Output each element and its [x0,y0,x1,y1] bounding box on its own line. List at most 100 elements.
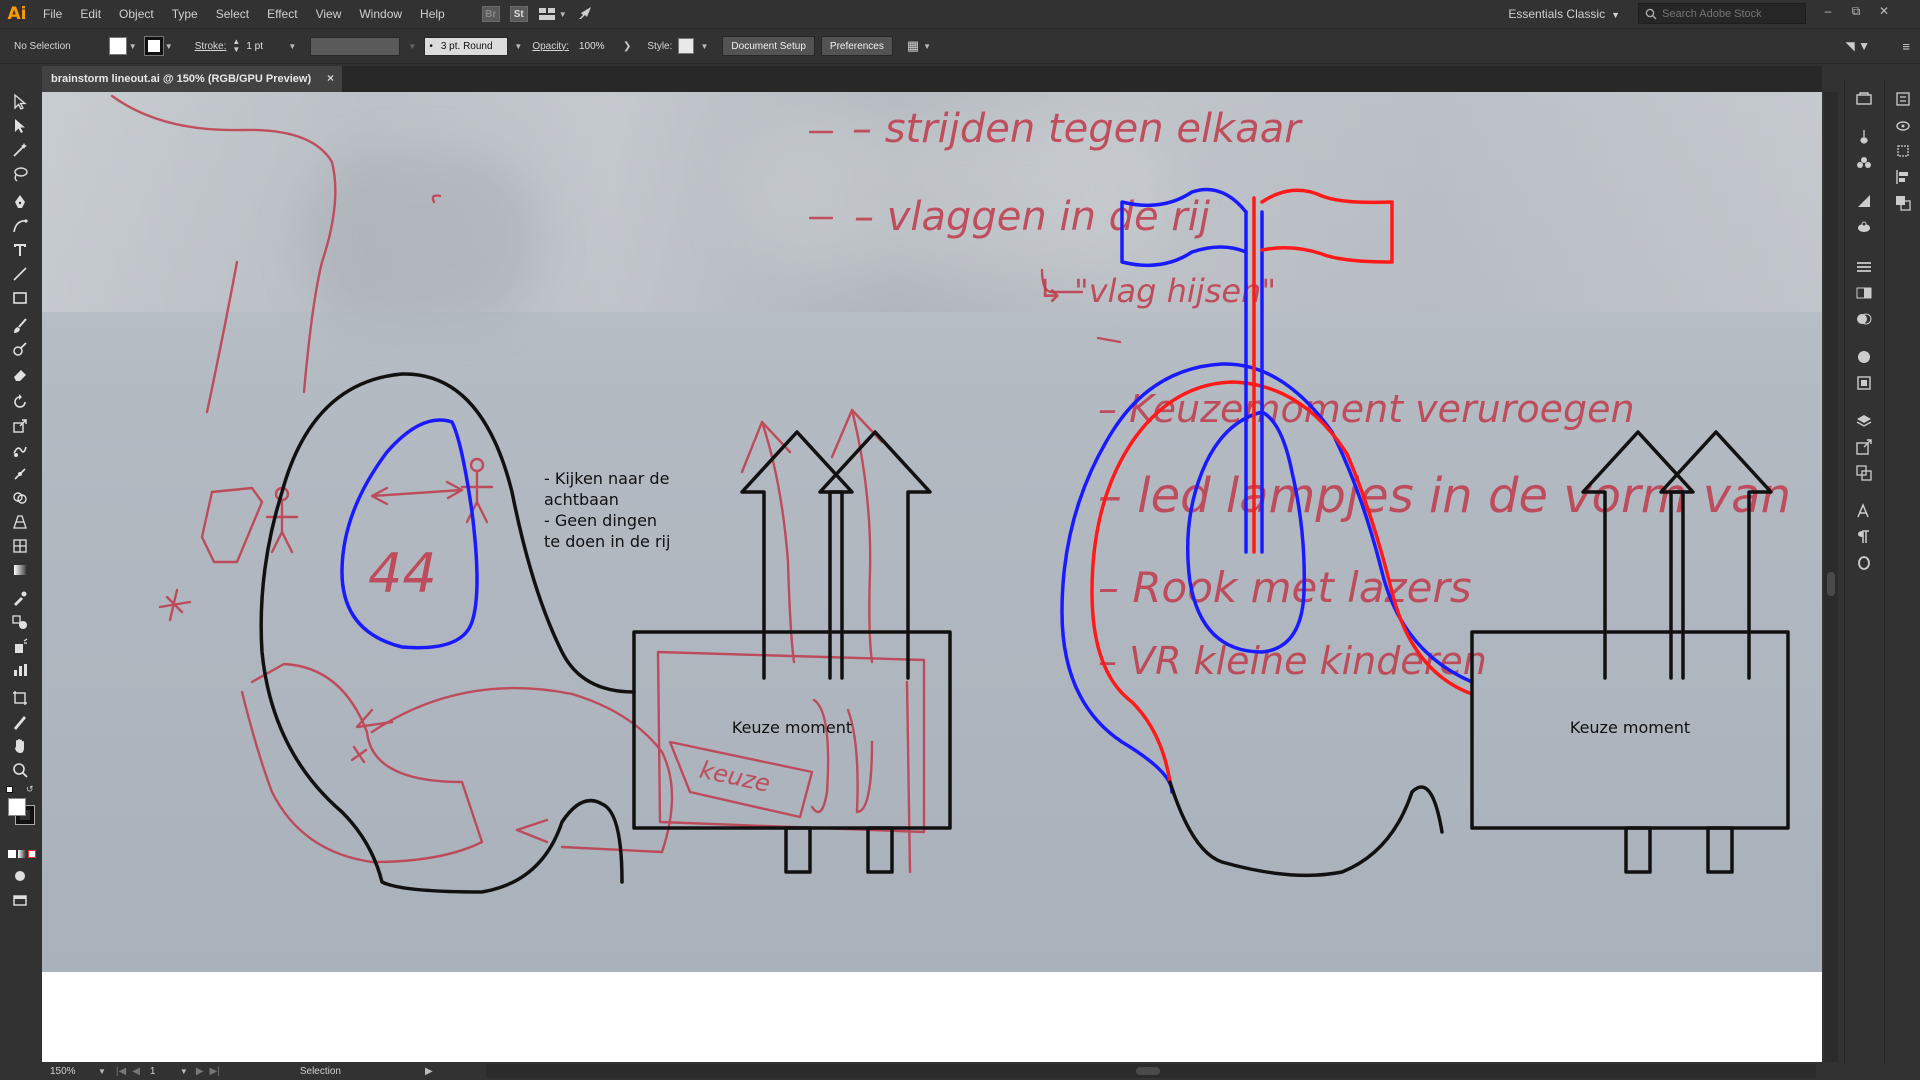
chevron-down-icon[interactable]: ▼ [698,42,710,51]
symbol-sprayer-tool-icon[interactable] [10,636,30,656]
appearance-icon[interactable] [1855,218,1873,236]
rectangle-tool-icon[interactable] [10,288,30,308]
line-tool-icon[interactable] [10,264,30,284]
lasso-tool-icon[interactable] [10,164,30,184]
none-icon[interactable] [28,850,36,858]
rocket-icon[interactable] [577,5,595,24]
menu-window[interactable]: Window [350,0,411,28]
chevron-down-icon[interactable]: ▼ [921,42,933,51]
arrange-icon[interactable]: ▦ [907,38,919,54]
transform-icon[interactable] [1894,142,1912,160]
column-graph-tool-icon[interactable] [10,660,30,680]
arrange-documents-icon[interactable]: ▼ [538,7,567,21]
layers-icon[interactable] [1855,412,1873,430]
scroll-thumb[interactable] [1827,572,1835,596]
stepper-icon[interactable]: ▲ ▼ [232,38,240,54]
chevron-down-icon[interactable]: ▼ [286,42,298,51]
close-tab-icon[interactable]: × [327,71,334,85]
restore-button[interactable]: ⧉ [1842,0,1870,22]
zoom-tool-icon[interactable] [10,760,30,780]
paragraph-icon[interactable] [1855,528,1873,546]
gradient-tool-icon[interactable] [10,560,30,580]
curvature-tool-icon[interactable] [10,216,30,236]
menu-select[interactable]: Select [207,0,258,28]
selection-tool-icon[interactable] [10,92,30,112]
align-icon[interactable] [1894,168,1912,186]
chevron-down-icon[interactable]: ▼ [180,1067,188,1076]
first-artboard-icon[interactable]: |◀ [116,1066,126,1077]
graphic-styles-icon[interactable] [1855,192,1873,210]
properties-icon[interactable] [1894,90,1912,108]
last-artboard-icon[interactable]: ▶| [210,1066,220,1077]
brushes-icon[interactable] [1855,128,1873,146]
zoom-level[interactable]: 150% [50,1066,98,1077]
color-icon[interactable] [8,850,16,858]
magic-wand-tool-icon[interactable] [10,140,30,160]
canvas-area[interactable]: – strijden tegen elkaar – vlaggen in de … [42,92,1822,1062]
color-panel-icon[interactable] [1855,348,1873,366]
export-icon[interactable] [1855,438,1873,456]
choice-moment-label-left[interactable]: Keuze moment [634,718,950,737]
opacity-field[interactable]: 100% [575,36,617,56]
warp-tool-icon[interactable] [10,440,30,460]
brush-definition[interactable]: • 3 pt. Round [424,36,509,56]
perspective-grid-tool-icon[interactable] [10,512,30,532]
libraries-icon[interactable] [1855,90,1873,108]
document-tab[interactable]: brainstorm lineout.ai @ 150% (RGB/GPU Pr… [42,66,342,92]
cc-libraries-icon[interactable] [1894,116,1912,134]
hand-tool-icon[interactable] [10,736,30,756]
opentype-icon[interactable] [1855,554,1873,572]
graphic-style-swatch[interactable] [678,38,695,54]
type-tool-icon[interactable] [10,240,30,260]
dock-arrange-icon[interactable]: ◥ ▼ [1846,39,1870,53]
gradient-panel-icon[interactable] [1855,284,1873,302]
slice-tool-icon[interactable] [10,712,30,732]
preferences-button[interactable]: Preferences [820,36,893,56]
scale-tool-icon[interactable] [10,416,30,436]
draw-mode-icon[interactable] [10,866,30,886]
stock-button[interactable]: St [509,6,528,22]
chevron-down-icon[interactable]: ▼ [98,1067,106,1076]
menu-file[interactable]: File [34,0,71,28]
stroke-swatch[interactable] [143,36,164,56]
minimize-button[interactable]: – [1814,0,1842,22]
swap-colors-icon[interactable]: ↺ [26,784,34,795]
artboards-icon[interactable] [1855,464,1873,482]
transparency-icon[interactable] [1855,310,1873,328]
stroke-label[interactable]: Stroke: [195,41,227,52]
previous-artboard-icon[interactable]: ◀ [132,1066,140,1077]
fill-color-box[interactable] [8,798,26,816]
menu-help[interactable]: Help [411,0,454,28]
scroll-thumb[interactable] [1136,1067,1160,1075]
screen-mode-icon[interactable] [10,890,30,910]
blend-tool-icon[interactable] [10,612,30,632]
menu-object[interactable]: Object [110,0,163,28]
close-window-button[interactable]: ✕ [1870,0,1898,22]
gradient-icon[interactable] [18,850,26,858]
pathfinder-icon[interactable] [1894,194,1912,212]
stroke-weight-field[interactable]: 1 pt [242,36,283,56]
chevron-down-icon[interactable]: ▼ [512,42,524,51]
opacity-label[interactable]: Opacity: [532,41,569,52]
chevron-down-icon[interactable]: ▼ [163,42,175,51]
stroke-panel-icon[interactable] [1855,258,1873,276]
symbols-icon[interactable] [1855,154,1873,172]
pen-tool-icon[interactable] [10,192,30,212]
next-artboard-icon[interactable]: ▶ [196,1066,204,1077]
color-mode-buttons[interactable] [8,850,36,858]
panel-menu-icon[interactable]: ≡ [1902,39,1910,54]
horizontal-scrollbar[interactable] [486,1064,1816,1078]
variable-width-profile[interactable] [310,36,401,56]
bridge-button[interactable]: Br [481,6,500,22]
direct-selection-tool-icon[interactable] [10,116,30,136]
status-menu-arrow-icon[interactable]: ▶ [425,1066,433,1077]
character-icon[interactable] [1855,502,1873,520]
paintbrush-tool-icon[interactable] [10,316,30,336]
fill-stroke-widget[interactable]: ↺ [6,784,36,830]
notes-textbox[interactable]: - Kijken naar de achtbaan - Geen dingen … [544,468,670,552]
rotate-tool-icon[interactable] [10,392,30,412]
puppet-warp-tool-icon[interactable] [10,464,30,484]
artboard-number[interactable]: 1 [150,1066,180,1077]
chevron-down-icon[interactable]: ▼ [406,42,418,51]
default-colors-icon[interactable] [6,786,13,793]
